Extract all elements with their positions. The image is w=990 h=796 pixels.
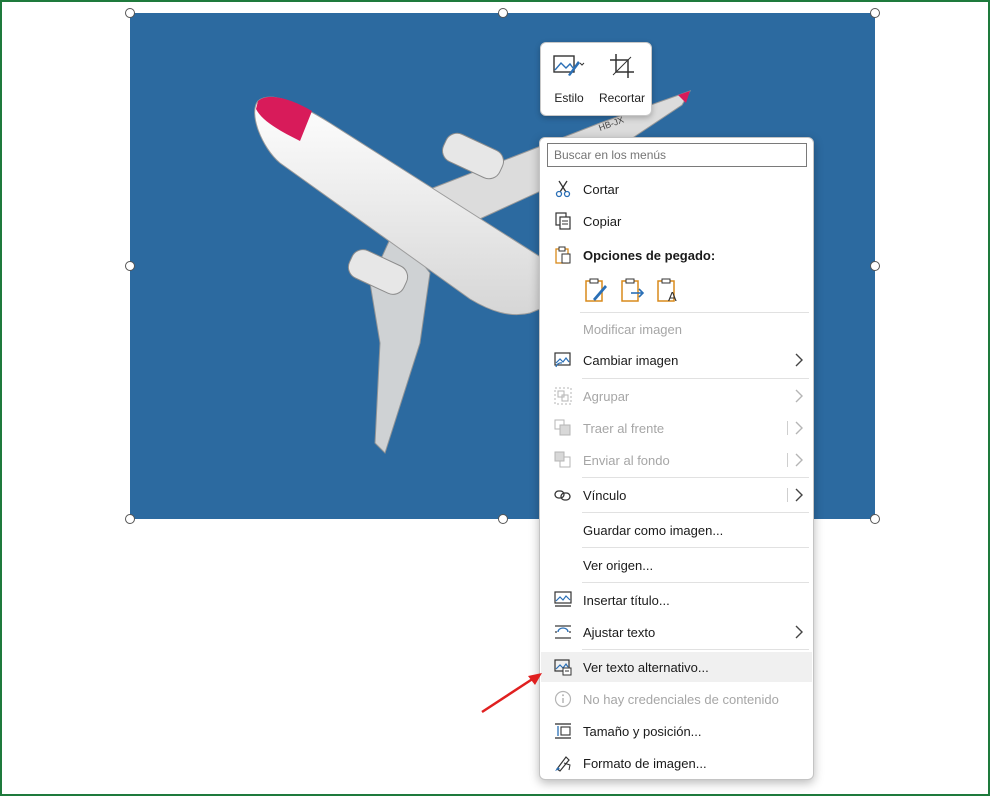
split-divider	[787, 488, 788, 502]
menu-item-bring-front: Traer al frente	[541, 413, 812, 443]
mini-toolbar: Estilo Recortar	[540, 42, 652, 116]
split-divider	[787, 421, 788, 435]
menu-item-send-back: Enviar al fondo	[541, 445, 812, 475]
resize-handle-bottom-left[interactable]	[125, 514, 135, 524]
wrap-text-icon	[554, 623, 572, 641]
crop-button[interactable]: Recortar	[595, 43, 649, 115]
resize-handle-top-right[interactable]	[870, 8, 880, 18]
menu-item-label: Ver origen...	[583, 557, 654, 573]
menu-item-label: Copiar	[583, 213, 622, 229]
menu-item-format-image[interactable]: Formato de imagen...	[541, 748, 812, 778]
paste-picture-icon[interactable]	[619, 277, 645, 303]
menu-item-size-position[interactable]: Tamaño y posición...	[541, 716, 812, 746]
picture-style-icon	[552, 53, 586, 79]
annotation-arrow-icon	[481, 673, 542, 714]
menu-item-label: Ver texto alternativo...	[583, 659, 709, 675]
alt-text-icon	[554, 658, 572, 676]
paste-text-only-icon[interactable]: A	[655, 277, 681, 304]
crop-icon	[609, 53, 635, 79]
menu-item-cut[interactable]: Cortar	[541, 174, 812, 204]
menu-item-label: Guardar como imagen...	[583, 522, 724, 538]
menu-item-wrap-text[interactable]: Ajustar texto	[541, 617, 812, 647]
menu-item-view-source[interactable]: Ver origen...	[541, 550, 812, 580]
menu-separator	[582, 378, 809, 379]
info-icon	[554, 690, 572, 708]
chevron-right-icon	[794, 625, 804, 639]
resize-handle-top[interactable]	[498, 8, 508, 18]
menu-separator	[582, 512, 809, 513]
menu-separator	[582, 477, 809, 478]
menu-item-label: Opciones de pegado:	[583, 247, 716, 263]
menu-item-label: No hay credenciales de contenido	[583, 691, 779, 707]
group-icon	[554, 387, 572, 405]
insert-caption-icon	[554, 591, 572, 609]
resize-handle-bottom[interactable]	[498, 514, 508, 524]
menu-item-label: Enviar al fondo	[583, 452, 670, 468]
size-position-icon	[554, 722, 572, 740]
menu-item-label: Ajustar texto	[583, 624, 656, 640]
chevron-right-icon	[794, 421, 804, 435]
menu-item-edit-image: Modificar imagen	[541, 314, 812, 344]
svg-text:A: A	[668, 289, 677, 303]
menu-item-no-credentials: No hay credenciales de contenido	[541, 684, 812, 714]
format-picture-icon	[554, 754, 572, 772]
menu-item-change-image[interactable]: Cambiar imagen	[541, 345, 812, 375]
menu-item-group: Agrupar	[541, 381, 812, 411]
menu-separator	[582, 582, 809, 583]
send-backward-icon	[554, 451, 572, 469]
menu-separator	[580, 312, 809, 313]
menu-item-label: Traer al frente	[583, 420, 665, 436]
style-button[interactable]: Estilo	[547, 43, 591, 115]
chevron-right-icon	[794, 453, 804, 467]
copy-icon	[554, 212, 572, 230]
menu-search-input[interactable]	[547, 143, 807, 167]
style-label: Estilo	[554, 91, 584, 105]
context-menu: Cortar Copiar Opciones de pegado: A Modi…	[539, 137, 814, 780]
menu-item-label: Tamaño y posición...	[583, 723, 702, 739]
chevron-right-icon	[794, 353, 804, 367]
resize-handle-top-left[interactable]	[125, 8, 135, 18]
change-picture-icon	[554, 351, 572, 369]
menu-item-label: Vínculo	[583, 487, 627, 503]
menu-item-label: Cambiar imagen	[583, 352, 679, 368]
menu-item-insert-caption[interactable]: Insertar título...	[541, 585, 812, 615]
menu-separator	[582, 547, 809, 548]
menu-item-alt-text[interactable]: Ver texto alternativo...	[541, 652, 812, 682]
clipboard-icon	[554, 246, 572, 264]
menu-separator	[582, 649, 809, 650]
crop-label: Recortar	[598, 91, 645, 105]
resize-handle-right[interactable]	[870, 261, 880, 271]
link-icon	[554, 486, 572, 504]
menu-item-copy[interactable]: Copiar	[541, 206, 812, 236]
chevron-right-icon	[794, 488, 804, 502]
menu-item-label: Formato de imagen...	[583, 755, 707, 771]
menu-item-label: Modificar imagen	[583, 321, 682, 337]
resize-handle-bottom-right[interactable]	[870, 514, 880, 524]
menu-item-link[interactable]: Vínculo	[541, 480, 812, 510]
menu-item-save-as-image[interactable]: Guardar como imagen...	[541, 515, 812, 545]
resize-handle-left[interactable]	[125, 261, 135, 271]
bring-forward-icon	[554, 419, 572, 437]
paste-keep-formatting-icon[interactable]	[583, 277, 609, 303]
paste-options-row: A	[583, 277, 681, 304]
chevron-right-icon	[794, 389, 804, 403]
menu-item-paste-options: Opciones de pegado:	[541, 240, 812, 270]
split-divider	[787, 453, 788, 467]
menu-item-label: Agrupar	[583, 388, 630, 404]
menu-item-label: Cortar	[583, 181, 620, 197]
menu-item-label: Insertar título...	[583, 592, 670, 608]
scissors-icon	[554, 180, 572, 198]
